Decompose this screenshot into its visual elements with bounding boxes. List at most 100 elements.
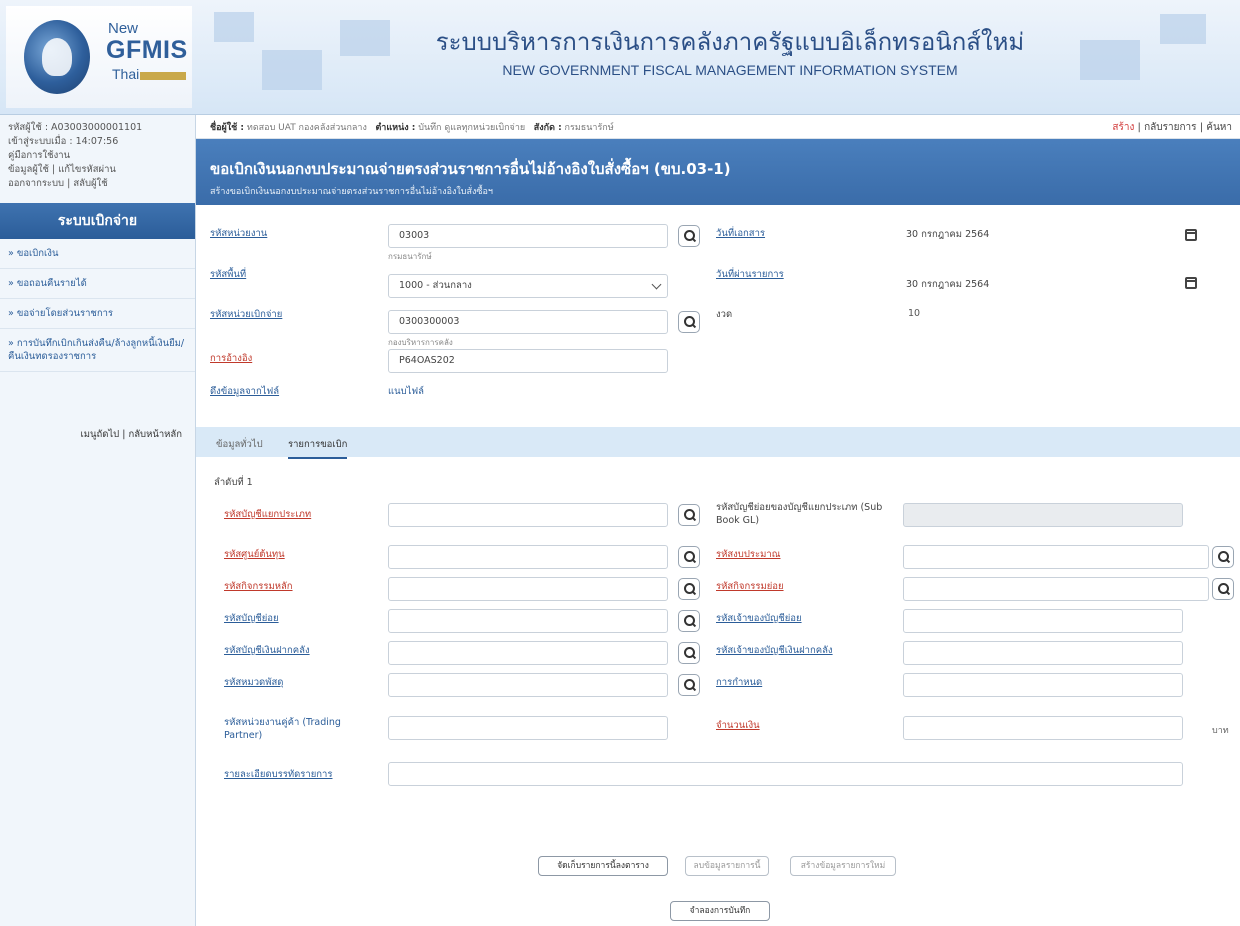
main-activity-search-icon[interactable] xyxy=(678,578,700,600)
material-group-search-icon[interactable] xyxy=(678,674,700,696)
sub-account-owner-label: รหัสเจ้าของบัญชีย่อย xyxy=(716,613,802,624)
user-data-link[interactable]: ข้อมูลผู้ใช้ xyxy=(8,164,49,175)
user-name-value: ทดสอบ UAT กองคลังส่วนกลาง xyxy=(246,123,367,133)
tab-bar: ข้อมูลทั่วไป รายการขอเบิก xyxy=(196,427,1240,459)
gl-account-search-icon[interactable] xyxy=(678,504,700,526)
affiliation-value: กรมธนารักษ์ xyxy=(564,123,614,133)
header-decoration xyxy=(1160,14,1206,44)
system-title: ระบบบริหารการเงินการคลังภาครัฐแบบอิเล็กท… xyxy=(435,28,1025,56)
sidebar-item-overpayment-return[interactable]: » การบันทึกเบิกเกินส่งคืน/ล้างลูกหนี้เงิ… xyxy=(0,329,195,372)
sidebar-item-revenue-refund[interactable]: » ขอถอนคืนรายได้ xyxy=(0,269,195,299)
deposit-account-input[interactable] xyxy=(388,641,668,665)
position-label: ตำแหน่ง : xyxy=(375,123,416,133)
save-item-button[interactable]: จัดเก็บรายการนี้ลงตาราง xyxy=(538,856,668,876)
reference-label: การอ้างอิง xyxy=(210,353,253,364)
sidebar: รหัสผู้ใช้ : A03003000001101 เข้าสู่ระบบ… xyxy=(0,115,196,926)
sub-activity-input[interactable] xyxy=(903,577,1209,601)
back-to-list-link[interactable]: กลับรายการ xyxy=(1144,122,1196,133)
sidebar-section-title: ระบบเบิกจ่าย xyxy=(0,203,195,239)
header-decoration xyxy=(262,50,322,90)
material-group-input[interactable] xyxy=(388,673,668,697)
header-decoration xyxy=(1080,40,1140,80)
post-date-label: วันที่ผ่านรายการ xyxy=(716,269,784,280)
doc-date-label: วันที่เอกสาร xyxy=(716,228,766,239)
sequence-label: ลำดับที่ 1 xyxy=(214,477,253,488)
calendar-icon[interactable] xyxy=(1185,229,1197,241)
sidebar-menu: » ขอเบิกเงิน » ขอถอนคืนรายได้ » ขอจ่ายโด… xyxy=(0,239,195,372)
header-decoration xyxy=(214,12,254,42)
top-actions: สร้าง | กลับรายการ | ค้นหา xyxy=(1112,122,1232,133)
agency-search-icon[interactable] xyxy=(678,225,700,247)
sub-account-label: รหัสบัญชีย่อย xyxy=(224,613,279,624)
cost-center-search-icon[interactable] xyxy=(678,546,700,568)
system-subtitle: NEW GOVERNMENT FISCAL MANAGEMENT INFORMA… xyxy=(502,62,958,78)
sub-account-search-icon[interactable] xyxy=(678,610,700,632)
page-title: ขอเบิกเงินนอกงบประมาณจ่ายตรงส่วนราชการอื… xyxy=(210,160,731,178)
area-code-select[interactable]: 1000 - ส่วนกลาง xyxy=(388,274,668,298)
switch-user-link[interactable]: สลับผู้ใช้ xyxy=(73,178,107,189)
amount-label: จำนวนเงิน xyxy=(716,720,760,731)
user-context: ชื่อผู้ใช้ : ทดสอบ UAT กองคลังส่วนกลาง ต… xyxy=(210,120,614,134)
logo-thai-bar xyxy=(140,72,186,80)
main-content: ชื่อผู้ใช้ : ทดสอบ UAT กองคลังส่วนกลาง ต… xyxy=(196,115,1240,926)
gl-account-input[interactable] xyxy=(388,503,668,527)
main-activity-input[interactable] xyxy=(388,577,668,601)
agency-code-input[interactable]: 03003 xyxy=(388,224,668,248)
sub-account-owner-input[interactable] xyxy=(903,609,1183,633)
disbursement-unit-search-icon[interactable] xyxy=(678,311,700,333)
sub-account-input[interactable] xyxy=(388,609,668,633)
tab-general-info[interactable]: ข้อมูลทั่วไป xyxy=(216,437,263,452)
doc-date-input[interactable]: 30 กรกฎาคม 2564 xyxy=(896,224,1176,248)
post-date-input[interactable]: 30 กรกฎาคม 2564 xyxy=(896,274,1176,298)
sidebar-bottom-links: เมนูถัดไป | กลับหน้าหลัก xyxy=(80,429,182,440)
disbursement-unit-name: กองบริหารการคลัง xyxy=(388,338,453,347)
deposit-account-search-icon[interactable] xyxy=(678,642,700,664)
reference-input[interactable]: P64OAS202 xyxy=(388,349,668,373)
period-label: งวด xyxy=(716,309,733,320)
sidebar-item-agency-payment[interactable]: » ขอจ่ายโดยส่วนราชการ xyxy=(0,299,195,329)
budget-code-search-icon[interactable] xyxy=(1212,546,1234,568)
logout-link[interactable]: ออกจากระบบ xyxy=(8,178,64,189)
page-subtitle: สร้างขอเบิกเงินนอกงบประมาณจ่ายตรงส่วนราช… xyxy=(210,187,493,197)
agency-name-text: กรมธนารักษ์ xyxy=(388,252,432,261)
sub-gl-input xyxy=(903,503,1183,527)
main-activity-label: รหัสกิจกรรมหลัก xyxy=(224,581,293,592)
gfmis-logo[interactable]: New GFMIS Thai xyxy=(6,6,192,108)
currency-unit: บาท xyxy=(1212,726,1229,736)
change-password-link[interactable]: แก้ไขรหัสผ่าน xyxy=(58,164,116,175)
search-link[interactable]: ค้นหา xyxy=(1206,122,1232,133)
line-description-input[interactable] xyxy=(388,762,1183,786)
attach-file-link[interactable]: แนบไฟล์ xyxy=(388,384,424,399)
sidebar-item-request-payment[interactable]: » ขอเบิกเงิน xyxy=(0,239,195,269)
calendar-icon[interactable] xyxy=(1185,277,1197,289)
cost-center-label: รหัสศูนย์ต้นทุน xyxy=(224,549,285,560)
material-group-label: รหัสหมวดพัสดุ xyxy=(224,677,284,688)
create-link[interactable]: สร้าง xyxy=(1112,122,1134,133)
simulate-save-button[interactable]: จำลองการบันทึก xyxy=(670,901,770,921)
trading-partner-input[interactable] xyxy=(388,716,668,740)
disbursement-unit-label: รหัสหน่วยเบิกจ่าย xyxy=(210,309,283,320)
line-description-label: รายละเอียดบรรทัดรายการ xyxy=(224,769,333,780)
manual-link[interactable]: คู่มือการใช้งาน xyxy=(8,150,70,161)
logo-new-text: New xyxy=(108,20,139,37)
budget-code-input[interactable] xyxy=(903,545,1209,569)
agency-code-label: รหัสหน่วยงาน xyxy=(210,228,268,239)
page-header: ขอเบิกเงินนอกงบประมาณจ่ายตรงส่วนราชการอื… xyxy=(196,139,1240,205)
tab-request-items[interactable]: รายการขอเบิก xyxy=(288,437,348,459)
deposit-owner-input[interactable] xyxy=(903,641,1183,665)
user-info: รหัสผู้ใช้ : A03003000001101 เข้าสู่ระบบ… xyxy=(0,115,195,191)
trading-partner-label: รหัสหน่วยงานคู่ค้า (Trading Partner) xyxy=(224,717,341,741)
cost-center-input[interactable] xyxy=(388,545,668,569)
disbursement-unit-input[interactable]: 0300300003 xyxy=(388,310,668,334)
next-menu-link[interactable]: เมนูถัดไป xyxy=(80,429,119,440)
emblem-icon xyxy=(24,20,90,94)
sub-activity-search-icon[interactable] xyxy=(1212,578,1234,600)
sub-gl-label: รหัสบัญชีย่อยของบัญชีแยกประเภท (Sub Book… xyxy=(716,502,883,526)
new-item-button[interactable]: สร้างข้อมูลรายการใหม่ xyxy=(790,856,896,876)
position-value: บันทึก ดูแลทุกหน่วยเบิกจ่าย xyxy=(418,123,526,133)
amount-input[interactable] xyxy=(903,716,1183,740)
delete-item-button[interactable]: ลบข้อมูลรายการนี้ xyxy=(685,856,769,876)
home-link[interactable]: กลับหน้าหลัก xyxy=(128,429,182,440)
assignment-input[interactable] xyxy=(903,673,1183,697)
header-decoration xyxy=(340,20,390,56)
